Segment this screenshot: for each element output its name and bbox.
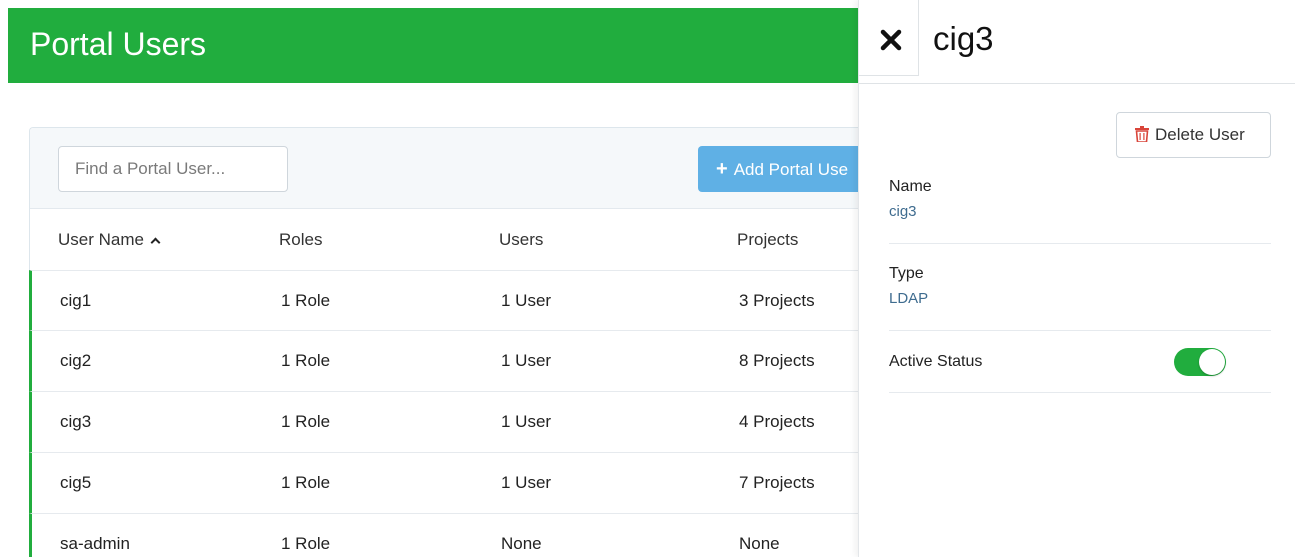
name-label: Name (889, 178, 932, 195)
drawer-header: cig3 (859, 0, 1295, 84)
cell-projects: 3 Projects (739, 291, 815, 310)
cell-roles: 1 Role (281, 412, 331, 431)
toolbar: + Add Portal Use (30, 128, 898, 209)
column-header-projects[interactable]: Projects (737, 230, 798, 250)
cell-projects: None (739, 534, 780, 553)
table-row[interactable]: cig1 1 Role 1 User 3 Projects (29, 270, 870, 331)
cell-users: None (501, 534, 542, 553)
plus-icon: + (716, 158, 728, 180)
cell-projects: 7 Projects (739, 473, 815, 492)
table-header: User Name Roles Users Projects (30, 210, 870, 270)
column-header-label: User Name (58, 230, 144, 249)
divider (889, 392, 1271, 393)
cell-user-name: cig2 (60, 351, 92, 370)
cell-users: 1 User (501, 351, 552, 370)
cell-users: 1 User (501, 412, 552, 431)
add-portal-user-label: Add Portal Use (733, 160, 849, 179)
column-header-user-name[interactable]: User Name (58, 230, 161, 250)
delete-user-button[interactable]: Delete User (1116, 112, 1271, 158)
cell-users: 1 User (501, 473, 552, 492)
active-status-label: Active Status (889, 353, 983, 370)
name-value: cig3 (889, 203, 917, 220)
column-header-roles[interactable]: Roles (279, 230, 322, 250)
close-icon (880, 29, 902, 51)
close-button[interactable] (859, 0, 919, 76)
page-header: Portal Users (8, 8, 868, 83)
table-row[interactable]: sa-admin 1 Role None None (29, 514, 870, 557)
cell-projects: 8 Projects (739, 351, 815, 370)
cell-roles: 1 Role (281, 351, 331, 370)
toggle-knob (1199, 349, 1225, 375)
type-label: Type (889, 265, 924, 282)
drawer-title: cig3 (933, 20, 994, 57)
column-header-users[interactable]: Users (499, 230, 543, 250)
divider (889, 243, 1271, 244)
active-status-toggle[interactable] (1174, 348, 1226, 376)
table-row[interactable]: cig3 1 Role 1 User 4 Projects (29, 392, 870, 453)
search-input[interactable] (58, 146, 288, 192)
caret-up-icon (150, 237, 161, 248)
cell-users: 1 User (501, 291, 552, 310)
cell-user-name: cig5 (60, 473, 92, 492)
cell-roles: 1 Role (281, 534, 331, 553)
table-row[interactable]: cig5 1 Role 1 User 7 Projects (29, 453, 870, 514)
page-title: Portal Users (30, 26, 207, 62)
table-body: cig1 1 Role 1 User 3 Projects cig2 1 Rol… (29, 270, 870, 557)
type-value: LDAP (889, 290, 929, 307)
cell-user-name: sa-admin (60, 534, 130, 553)
cell-user-name: cig3 (60, 412, 92, 431)
cell-roles: 1 Role (281, 291, 331, 310)
user-detail-drawer: cig3 Delete User Name cig3 Type LDAP Act… (858, 0, 1295, 557)
delete-user-label: Delete User (1155, 125, 1245, 144)
table-row[interactable]: cig2 1 Role 1 User 8 Projects (29, 331, 870, 392)
cell-projects: 4 Projects (739, 412, 815, 431)
cell-user-name: cig1 (60, 291, 92, 310)
divider (889, 330, 1271, 331)
trash-icon (1135, 126, 1149, 142)
cell-roles: 1 Role (281, 473, 331, 492)
users-panel: + Add Portal Use User Name Roles Users Pr… (29, 127, 898, 557)
